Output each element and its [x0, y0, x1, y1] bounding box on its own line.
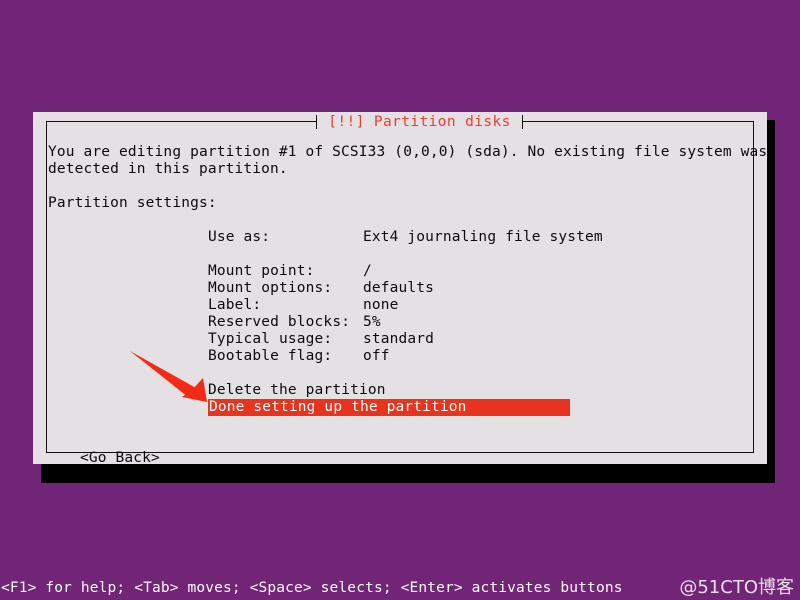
- partition-disks-dialog: [!!] Partition disks You are editing par…: [33, 112, 768, 466]
- status-bar-help-text: <F1> for help; <Tab> moves; <Space> sele…: [1, 580, 623, 596]
- setting-label-mount-point: Mount point:: [208, 263, 315, 279]
- setting-row-mount-point[interactable]: Mount point: /: [48, 263, 753, 280]
- setting-row-bootable-flag[interactable]: Bootable flag: off: [48, 348, 753, 365]
- action-done-setting-up-the-partition[interactable]: Done setting up the partition: [208, 399, 570, 416]
- dialog-frame-top-right: [522, 121, 754, 122]
- setting-row-typical-usage[interactable]: Typical usage: standard: [48, 331, 753, 348]
- setting-value-typical-usage: standard: [363, 331, 435, 347]
- setting-value-mount-options: defaults: [363, 280, 435, 296]
- setting-row-reserved-blocks[interactable]: Reserved blocks: 5%: [48, 314, 753, 331]
- intro-text-line-2: detected in this partition.: [48, 161, 288, 177]
- watermark: @51CTO博客: [679, 577, 794, 598]
- go-back-button[interactable]: <Go Back>: [80, 450, 160, 466]
- setting-row-mount-options[interactable]: Mount options: defaults: [48, 280, 753, 297]
- setting-label-typical-usage: Typical usage:: [208, 331, 333, 347]
- setting-label-bootable-flag: Bootable flag:: [208, 348, 333, 364]
- dialog-body: You are editing partition #1 of SCSI33 (…: [48, 144, 768, 466]
- setting-label-label: Label:: [208, 297, 262, 313]
- setting-value-bootable-flag: off: [363, 348, 390, 364]
- action-delete-the-partition[interactable]: Delete the partition: [208, 382, 386, 399]
- setting-row-use-as[interactable]: Use as: Ext4 journaling file system: [48, 229, 753, 246]
- dialog-title: [!!] Partition disks: [328, 114, 511, 130]
- setting-label-mount-options: Mount options:: [208, 280, 333, 296]
- dialog-frame-top-left: [46, 121, 316, 122]
- setting-label-use-as: Use as:: [208, 229, 271, 245]
- setting-value-mount-point: /: [363, 263, 372, 279]
- partition-settings-heading: Partition settings:: [48, 195, 217, 211]
- status-bar: <F1> for help; <Tab> moves; <Space> sele…: [0, 577, 800, 600]
- setting-value-reserved-blocks: 5%: [363, 314, 381, 330]
- setting-label-reserved-blocks: Reserved blocks:: [208, 314, 351, 330]
- intro-text-line-1: You are editing partition #1 of SCSI33 (…: [48, 144, 768, 160]
- setting-row-label[interactable]: Label: none: [48, 297, 753, 314]
- setting-value-use-as: Ext4 journaling file system: [363, 229, 603, 245]
- setting-value-label: none: [363, 297, 399, 313]
